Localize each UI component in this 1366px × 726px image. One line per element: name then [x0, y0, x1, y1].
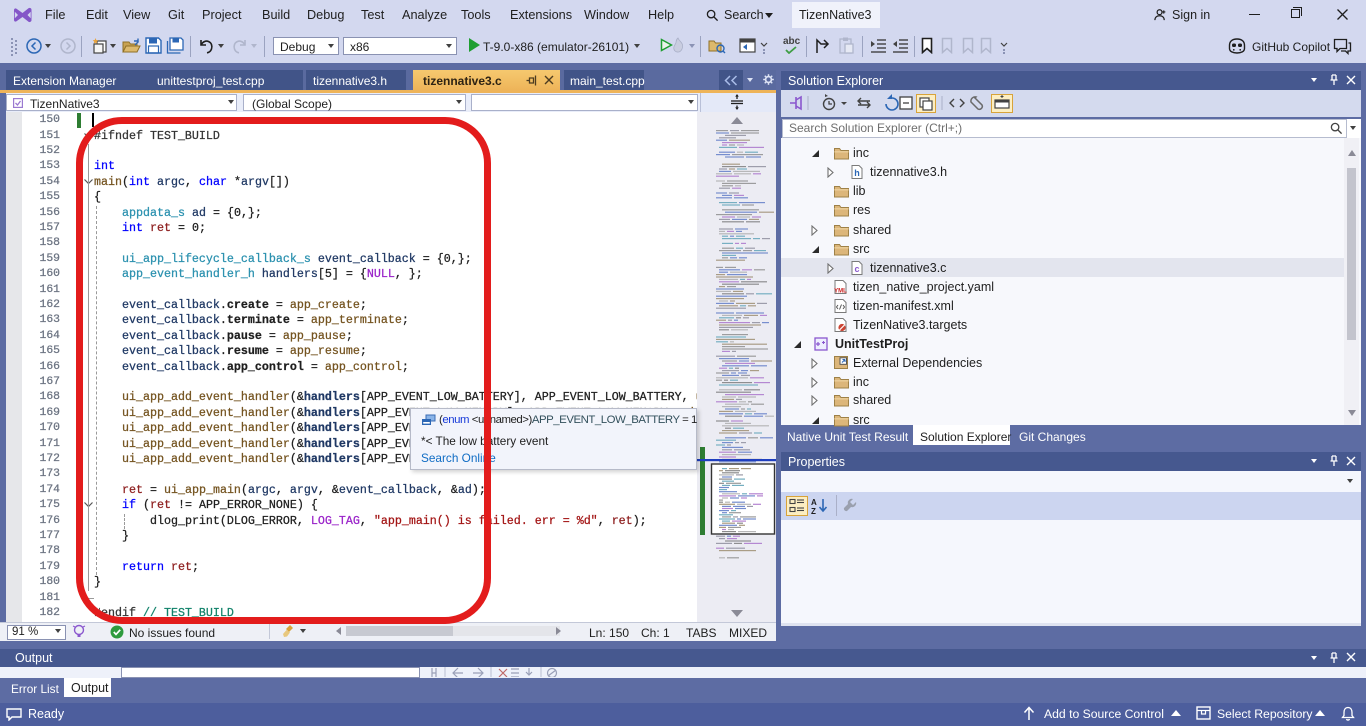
- svg-text:c: c: [854, 264, 859, 274]
- svg-text:A: A: [811, 498, 817, 507]
- svg-text:h: h: [854, 168, 860, 178]
- svg-text:Z: Z: [811, 507, 816, 515]
- svg-text:YML: YML: [834, 288, 847, 294]
